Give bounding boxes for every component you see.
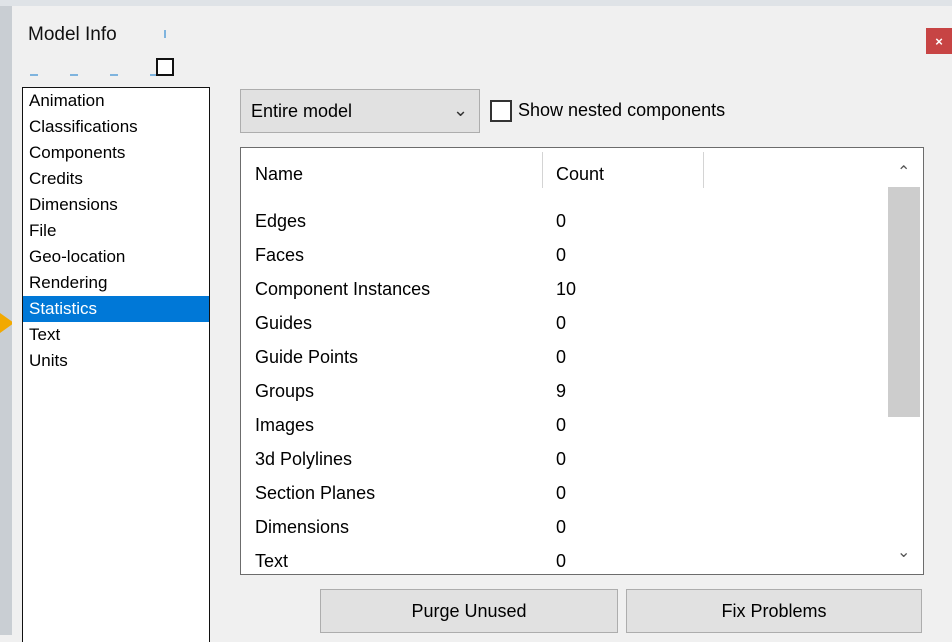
table-row: 3d Polylines 0: [241, 442, 881, 476]
scope-dropdown-value: Entire model: [251, 101, 353, 121]
category-item-statistics[interactable]: Statistics: [23, 296, 209, 322]
purge-unused-button[interactable]: Purge Unused: [320, 589, 618, 633]
category-item-dimensions[interactable]: Dimensions: [23, 192, 209, 218]
row-count: 0: [556, 313, 567, 333]
row-count: 0: [556, 347, 567, 367]
table-row: Edges 0: [241, 204, 881, 238]
column-header-name[interactable]: Name: [255, 164, 303, 185]
row-count: 0: [556, 517, 567, 537]
row-count: 0: [556, 415, 567, 435]
category-item-rendering[interactable]: Rendering: [23, 270, 209, 296]
close-icon: ×: [935, 33, 943, 49]
row-name: Groups: [255, 381, 315, 401]
table-row: Guides 0: [241, 306, 881, 340]
row-name: Guides: [255, 313, 313, 333]
guide-dash: [110, 74, 118, 76]
column-divider[interactable]: [542, 152, 543, 188]
row-name: Edges: [255, 211, 307, 231]
table-row: Faces 0: [241, 238, 881, 272]
column-divider[interactable]: [703, 152, 704, 188]
category-item-text[interactable]: Text: [23, 322, 209, 348]
show-nested-label[interactable]: Show nested components: [518, 100, 725, 121]
guide-tick: [164, 30, 166, 38]
show-nested-checkbox[interactable]: [490, 100, 512, 122]
row-name: Dimensions: [255, 517, 350, 537]
category-item-components[interactable]: Components: [23, 140, 209, 166]
row-count: 0: [556, 245, 567, 265]
row-count: 9: [556, 381, 567, 401]
table-row: Guide Points 0: [241, 340, 881, 374]
panel-resize-guides: [30, 64, 200, 84]
row-count: 0: [556, 211, 567, 231]
table-row: Component Instances 10: [241, 272, 881, 306]
guide-dash: [30, 74, 38, 76]
model-info-window: Model Info × Animation Classifications C…: [12, 6, 952, 642]
row-name: Component Instances: [255, 279, 431, 299]
table-row: Groups 9: [241, 374, 881, 408]
table-row: Text 0: [241, 544, 881, 578]
row-count: 0: [556, 483, 567, 503]
category-item-file[interactable]: File: [23, 218, 209, 244]
category-item-geo-location[interactable]: Geo-location: [23, 244, 209, 270]
row-count: 0: [556, 551, 567, 571]
close-button[interactable]: ×: [926, 28, 952, 54]
row-name: Faces: [255, 245, 305, 265]
window-title: Model Info: [28, 24, 117, 45]
row-name: Text: [255, 551, 289, 571]
scroll-thumb[interactable]: [888, 187, 920, 417]
column-header-count[interactable]: Count: [556, 164, 604, 185]
table-row: Section Planes 0: [241, 476, 881, 510]
chevron-down-icon: ⌄: [453, 100, 469, 120]
category-item-credits[interactable]: Credits: [23, 166, 209, 192]
category-list: Animation Classifications Components Cre…: [22, 87, 210, 642]
row-name: Section Planes: [255, 483, 376, 503]
row-name: 3d Polylines: [255, 449, 353, 469]
scope-dropdown[interactable]: Entire model ⌄: [240, 89, 480, 133]
scroll-up-icon[interactable]: ⌃: [897, 162, 910, 182]
category-item-units[interactable]: Units: [23, 348, 209, 374]
fix-problems-button[interactable]: Fix Problems: [626, 589, 922, 633]
category-item-classifications[interactable]: Classifications: [23, 114, 209, 140]
category-item-animation[interactable]: Animation: [23, 88, 209, 114]
row-count: 0: [556, 449, 567, 469]
row-name: Guide Points: [255, 347, 359, 367]
vertical-scrollbar[interactable]: ⌃ ⌄: [885, 148, 923, 574]
table-row: Dimensions 0: [241, 510, 881, 544]
scroll-down-icon[interactable]: ⌄: [897, 542, 910, 562]
statistics-table: Name Count Edges 0 Faces 0 Component Ins…: [240, 147, 924, 575]
guide-dash: [70, 74, 78, 76]
row-count: 10: [556, 279, 577, 299]
resize-handle[interactable]: [156, 58, 174, 76]
row-name: Images: [255, 415, 315, 435]
table-row: Images 0: [241, 408, 881, 442]
